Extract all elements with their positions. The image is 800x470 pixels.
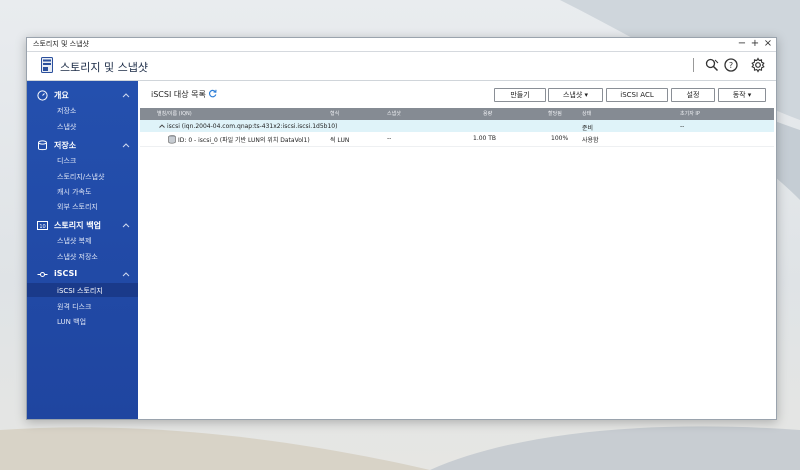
database-icon [38,140,47,151]
sidebar-section-label: 개요 [54,91,69,100]
table-row[interactable]: ID: 0 - iscsi_0 (파일 기반 LUN의 위치 DataVol1)… [140,132,774,146]
chevron-up-icon [122,223,130,228]
sidebar-item-storage-pool[interactable]: 저장소 [57,106,76,116]
lun-allocated: 100% [551,135,569,142]
iscsi-icon [37,272,48,277]
lun-capacity: 1.00 TB [473,135,497,142]
target-name: iscsi (iqn.2004-04.com.qnap:ts-431x2:isc… [167,123,338,130]
sidebar-item-disks[interactable]: 디스크 [57,156,76,166]
dashboard-icon [37,90,48,101]
header-divider [693,58,694,72]
column-header-status[interactable]: 상태 [582,110,591,117]
search-icon[interactable] [704,57,720,73]
sidebar-item-lun-backup[interactable]: LUN 백업 [57,317,86,327]
sidebar-item-cache[interactable]: 캐시 가속도 [57,187,91,197]
action-dropdown-button[interactable]: 동작 ▾ [718,88,766,102]
settings-button[interactable]: 설정 [671,88,715,102]
chevron-up-icon[interactable] [159,123,165,129]
page-title: iSCSI 대상 목록 [151,90,206,99]
sidebar-item-remote-disk[interactable]: 원격 디스크 [57,302,91,312]
sidebar: 개요 저장소 스냅샷 저장소 디스크 스토리지/스냅샷 캐시 가속도 외부 스토… [27,81,138,419]
lun-status: 사용함 [582,137,599,144]
sidebar-item-storage-snapshot[interactable]: 스토리지/스냅샷 [57,172,104,182]
table-row[interactable]: iscsi (iqn.2004-04.com.qnap:ts-431x2:isc… [140,120,774,132]
sidebar-section-iscsi[interactable]: iSCSI [27,268,138,282]
target-initiator-ip: -- [680,123,685,130]
window-title: 스토리지 및 스냅샷 [33,40,89,48]
help-icon[interactable]: ? [723,57,739,73]
sidebar-item-snapshot-replica[interactable]: 스냅샷 복제 [57,236,91,246]
app-window: 스토리지 및 스냅샷 − + × 스토리지 및 스냅샷 ? 개요 저장소 스냅샷… [26,37,777,420]
chevron-up-icon [122,143,130,148]
app-header: 스토리지 및 스냅샷 ? [27,52,776,81]
sidebar-section-label: 저장소 [54,141,77,150]
column-header-capacity[interactable]: 용량 [483,110,492,117]
sidebar-section-label: 스토리지 백업 [54,221,101,230]
iscsi-acl-button[interactable]: iSCSI ACL [606,88,668,102]
column-header-type[interactable]: 형식 [330,110,339,117]
minimize-button[interactable]: − [737,38,747,50]
sidebar-item-external-storage[interactable]: 외부 스토리지 [57,202,98,212]
app-title: 스토리지 및 스냅샷 [60,61,148,74]
column-header-allocated[interactable]: 할당됨 [548,110,562,117]
target-status: 준비 [582,125,594,132]
sidebar-section-label: iSCSI [54,269,78,278]
sidebar-section-overview[interactable]: 개요 [27,89,138,103]
snapshot-dropdown-button[interactable]: 스냅샷 ▾ [548,88,603,102]
lun-snapshot: -- [387,135,392,142]
create-button[interactable]: 만들기 [494,88,546,102]
column-header-snapshot[interactable]: 스냅샷 [387,110,401,117]
refresh-icon[interactable] [208,89,217,98]
svg-text:10: 10 [39,224,45,230]
sidebar-item-snapshot[interactable]: 스냅샷 [57,122,76,132]
chevron-up-icon [122,272,130,277]
svg-text:?: ? [729,61,733,70]
close-button[interactable]: × [763,38,773,50]
storage-app-icon [41,57,53,73]
sidebar-item-iscsi-storage[interactable]: iSCSI 스토리지 [57,286,103,296]
title-bar: 스토리지 및 스냅샷 − + × [27,38,776,52]
sidebar-section-storage[interactable]: 저장소 [27,139,138,153]
sidebar-section-backup[interactable]: 10 스토리지 백업 [27,219,138,233]
chevron-up-icon [122,93,130,98]
row-divider [140,146,774,147]
sidebar-item-snapshot-vault[interactable]: 스냅샷 저장소 [57,252,98,262]
lun-name: ID: 0 - iscsi_0 (파일 기반 LUN의 위치 DataVol1) [178,137,310,144]
maximize-button[interactable]: + [750,38,760,50]
table-header: 별칭/이름 (IQN) 형식 스냅샷 용량 할당됨 상태 초기자 IP [140,108,774,120]
lun-type: 씩 LUN [330,137,350,144]
column-header-initiator-ip[interactable]: 초기자 IP [680,110,700,117]
backup-icon: 10 [37,221,48,230]
lun-disk-icon [168,135,176,144]
column-header-name[interactable]: 별칭/이름 (IQN) [157,110,192,117]
gear-icon[interactable] [750,57,766,73]
main-panel: iSCSI 대상 목록 만들기 스냅샷 ▾ iSCSI ACL 설정 동작 ▾ … [138,81,776,419]
